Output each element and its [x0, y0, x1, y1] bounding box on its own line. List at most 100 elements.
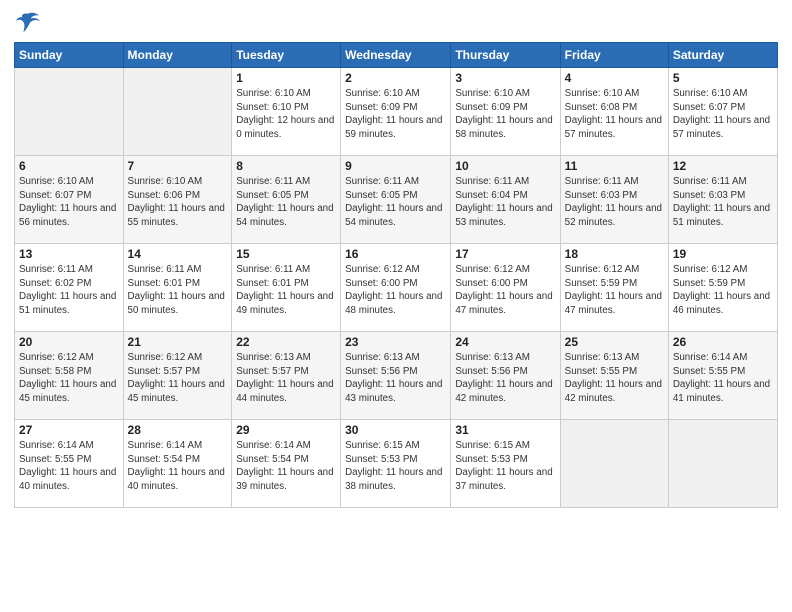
day-info: Sunrise: 6:14 AM Sunset: 5:55 PM Dayligh…	[673, 351, 773, 406]
day-number: 7	[128, 159, 228, 173]
day-number: 23	[345, 335, 446, 349]
day-number: 14	[128, 247, 228, 261]
weekday-header-monday: Monday	[123, 43, 232, 68]
day-info: Sunrise: 6:10 AM Sunset: 6:07 PM Dayligh…	[19, 175, 119, 230]
calendar-cell: 22 Sunrise: 6:13 AM Sunset: 5:57 PM Dayli…	[232, 332, 341, 420]
calendar-cell: 18Sunrise: 6:12 AM Sunset: 5:59 PM Dayli…	[560, 244, 668, 332]
day-number: 13	[19, 247, 119, 261]
logo	[14, 10, 46, 34]
day-info: Sunrise: 6:14 AM Sunset: 5:54 PM Dayligh…	[128, 439, 228, 494]
calendar-week-1: 1 Sunrise: 6:10 AM Sunset: 6:10 PM Daylig…	[15, 68, 778, 156]
calendar-week-3: 13Sunrise: 6:11 AM Sunset: 6:02 PM Dayli…	[15, 244, 778, 332]
calendar-cell: 14 Sunrise: 6:11 AM Sunset: 6:01 PM Dayli…	[123, 244, 232, 332]
calendar-cell	[668, 420, 777, 508]
day-info: Sunrise: 6:13 AM Sunset: 5:56 PM Dayligh…	[345, 351, 446, 406]
calendar-cell	[15, 68, 124, 156]
day-number: 30	[345, 423, 446, 437]
day-info: Sunrise: 6:14 AM Sunset: 5:54 PM Dayligh…	[236, 439, 336, 494]
logo-icon	[14, 10, 42, 34]
day-number: 6	[19, 159, 119, 173]
day-info: Sunrise: 6:14 AM Sunset: 5:55 PM Dayligh…	[19, 439, 119, 494]
day-info: Sunrise: 6:10 AM Sunset: 6:10 PM Dayligh…	[236, 87, 336, 142]
calendar-cell: 2 Sunrise: 6:10 AM Sunset: 6:09 PM Daylig…	[341, 68, 451, 156]
calendar-cell: 1 Sunrise: 6:10 AM Sunset: 6:10 PM Daylig…	[232, 68, 341, 156]
day-number: 10	[455, 159, 555, 173]
day-info: Sunrise: 6:10 AM Sunset: 6:09 PM Dayligh…	[455, 87, 555, 142]
day-number: 16	[345, 247, 446, 261]
calendar-week-5: 27Sunrise: 6:14 AM Sunset: 5:55 PM Dayli…	[15, 420, 778, 508]
calendar-cell: 5 Sunrise: 6:10 AM Sunset: 6:07 PM Daylig…	[668, 68, 777, 156]
day-number: 24	[455, 335, 555, 349]
calendar-cell: 12Sunrise: 6:11 AM Sunset: 6:03 PM Dayli…	[668, 156, 777, 244]
day-info: Sunrise: 6:10 AM Sunset: 6:06 PM Dayligh…	[128, 175, 228, 230]
calendar-cell: 4 Sunrise: 6:10 AM Sunset: 6:08 PM Daylig…	[560, 68, 668, 156]
day-number: 26	[673, 335, 773, 349]
calendar-cell: 29 Sunrise: 6:14 AM Sunset: 5:54 PM Dayli…	[232, 420, 341, 508]
day-info: Sunrise: 6:12 AM Sunset: 6:00 PM Dayligh…	[345, 263, 446, 318]
day-number: 2	[345, 71, 446, 85]
day-info: Sunrise: 6:13 AM Sunset: 5:56 PM Dayligh…	[455, 351, 555, 406]
day-info: Sunrise: 6:11 AM Sunset: 6:04 PM Dayligh…	[455, 175, 555, 230]
day-number: 25	[565, 335, 664, 349]
day-number: 18	[565, 247, 664, 261]
day-info: Sunrise: 6:13 AM Sunset: 5:55 PM Dayligh…	[565, 351, 664, 406]
day-number: 1	[236, 71, 336, 85]
day-info: Sunrise: 6:10 AM Sunset: 6:07 PM Dayligh…	[673, 87, 773, 142]
weekday-header-tuesday: Tuesday	[232, 43, 341, 68]
weekday-header-saturday: Saturday	[668, 43, 777, 68]
day-info: Sunrise: 6:10 AM Sunset: 6:08 PM Dayligh…	[565, 87, 664, 142]
calendar-cell: 15 Sunrise: 6:11 AM Sunset: 6:01 PM Dayli…	[232, 244, 341, 332]
day-number: 21	[128, 335, 228, 349]
day-info: Sunrise: 6:15 AM Sunset: 5:53 PM Dayligh…	[455, 439, 555, 494]
calendar-cell: 7 Sunrise: 6:10 AM Sunset: 6:06 PM Daylig…	[123, 156, 232, 244]
day-number: 15	[236, 247, 336, 261]
calendar-cell: 17Sunrise: 6:12 AM Sunset: 6:00 PM Dayli…	[451, 244, 560, 332]
calendar-cell	[123, 68, 232, 156]
day-info: Sunrise: 6:11 AM Sunset: 6:03 PM Dayligh…	[565, 175, 664, 230]
calendar-cell: 25 Sunrise: 6:13 AM Sunset: 5:55 PM Dayli…	[560, 332, 668, 420]
calendar-cell: 26 Sunrise: 6:14 AM Sunset: 5:55 PM Dayli…	[668, 332, 777, 420]
calendar-cell: 28Sunrise: 6:14 AM Sunset: 5:54 PM Dayli…	[123, 420, 232, 508]
day-info: Sunrise: 6:13 AM Sunset: 5:57 PM Dayligh…	[236, 351, 336, 406]
day-number: 12	[673, 159, 773, 173]
calendar-page: SundayMondayTuesdayWednesdayThursdayFrid…	[0, 0, 792, 612]
calendar-cell: 8 Sunrise: 6:11 AM Sunset: 6:05 PM Daylig…	[232, 156, 341, 244]
day-info: Sunrise: 6:12 AM Sunset: 5:58 PM Dayligh…	[19, 351, 119, 406]
day-number: 5	[673, 71, 773, 85]
day-info: Sunrise: 6:11 AM Sunset: 6:05 PM Dayligh…	[345, 175, 446, 230]
day-info: Sunrise: 6:10 AM Sunset: 6:09 PM Dayligh…	[345, 87, 446, 142]
calendar-header: SundayMondayTuesdayWednesdayThursdayFrid…	[15, 43, 778, 68]
day-number: 3	[455, 71, 555, 85]
day-number: 17	[455, 247, 555, 261]
weekday-header-sunday: Sunday	[15, 43, 124, 68]
calendar-cell: 16 Sunrise: 6:12 AM Sunset: 6:00 PM Dayli…	[341, 244, 451, 332]
day-number: 20	[19, 335, 119, 349]
calendar-cell: 23 Sunrise: 6:13 AM Sunset: 5:56 PM Dayli…	[341, 332, 451, 420]
day-info: Sunrise: 6:11 AM Sunset: 6:05 PM Dayligh…	[236, 175, 336, 230]
day-number: 9	[345, 159, 446, 173]
weekday-header-friday: Friday	[560, 43, 668, 68]
day-info: Sunrise: 6:11 AM Sunset: 6:01 PM Dayligh…	[236, 263, 336, 318]
calendar-cell: 13Sunrise: 6:11 AM Sunset: 6:02 PM Dayli…	[15, 244, 124, 332]
header	[14, 10, 778, 34]
calendar-cell: 3 Sunrise: 6:10 AM Sunset: 6:09 PM Daylig…	[451, 68, 560, 156]
calendar-cell: 20 Sunrise: 6:12 AM Sunset: 5:58 PM Dayli…	[15, 332, 124, 420]
calendar-week-4: 20 Sunrise: 6:12 AM Sunset: 5:58 PM Dayli…	[15, 332, 778, 420]
calendar-cell: 19Sunrise: 6:12 AM Sunset: 5:59 PM Dayli…	[668, 244, 777, 332]
day-info: Sunrise: 6:12 AM Sunset: 5:57 PM Dayligh…	[128, 351, 228, 406]
calendar-table: SundayMondayTuesdayWednesdayThursdayFrid…	[14, 42, 778, 508]
calendar-cell: 11Sunrise: 6:11 AM Sunset: 6:03 PM Dayli…	[560, 156, 668, 244]
calendar-cell: 10 Sunrise: 6:11 AM Sunset: 6:04 PM Dayli…	[451, 156, 560, 244]
calendar-cell: 6 Sunrise: 6:10 AM Sunset: 6:07 PM Daylig…	[15, 156, 124, 244]
weekday-header-wednesday: Wednesday	[341, 43, 451, 68]
calendar-cell: 24 Sunrise: 6:13 AM Sunset: 5:56 PM Dayli…	[451, 332, 560, 420]
day-number: 19	[673, 247, 773, 261]
calendar-body: 1 Sunrise: 6:10 AM Sunset: 6:10 PM Daylig…	[15, 68, 778, 508]
day-number: 8	[236, 159, 336, 173]
day-info: Sunrise: 6:11 AM Sunset: 6:01 PM Dayligh…	[128, 263, 228, 318]
weekday-header-thursday: Thursday	[451, 43, 560, 68]
day-number: 22	[236, 335, 336, 349]
calendar-cell: 21 Sunrise: 6:12 AM Sunset: 5:57 PM Dayli…	[123, 332, 232, 420]
day-number: 4	[565, 71, 664, 85]
day-number: 29	[236, 423, 336, 437]
